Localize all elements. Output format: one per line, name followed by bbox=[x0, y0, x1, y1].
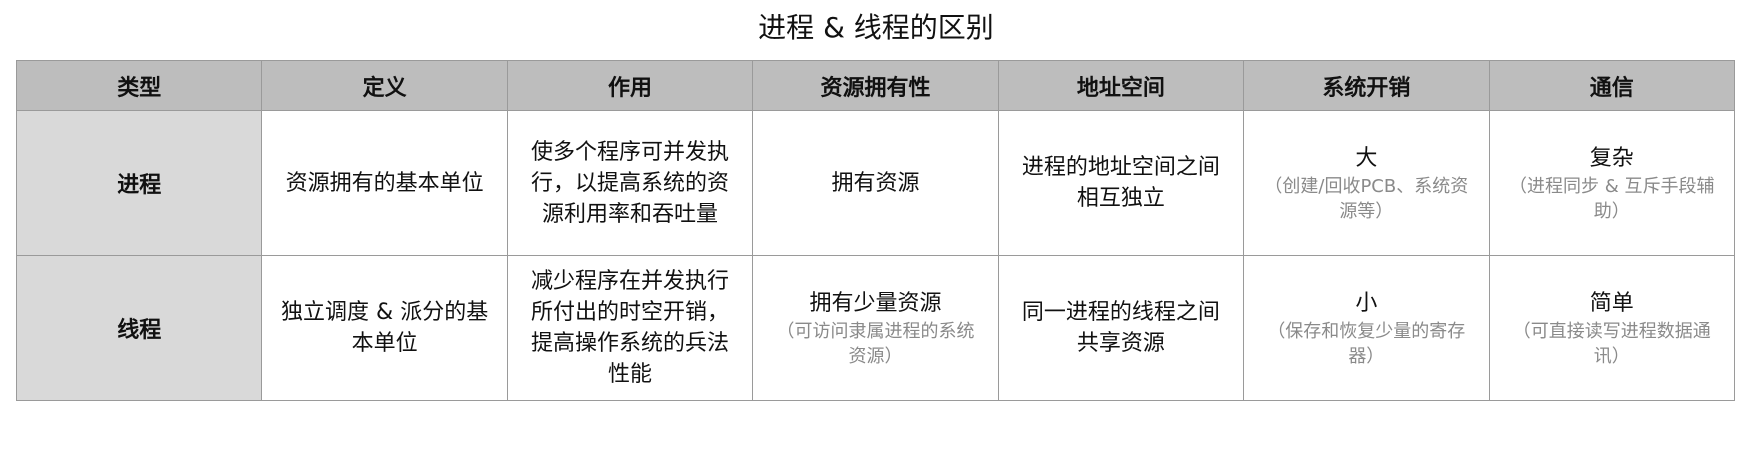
page-title: 进程 & 线程的区别 bbox=[758, 11, 994, 44]
header-row: 类型 定义 作用 资源拥有性 地址空间 系统开销 通信 bbox=[15, 60, 1736, 111]
cell-text: 独立调度 & 派分的基本单位 bbox=[281, 300, 489, 356]
cell-text: 减少程序在并发执行所付出的时空开销，提高操作系统的兵法性能 bbox=[531, 269, 730, 387]
header-communication: 通信 bbox=[1488, 60, 1736, 111]
row-label-thread: 线程 bbox=[15, 255, 263, 401]
cell-text: 拥有少量资源 bbox=[809, 290, 942, 316]
cell-note: （创建/回收PCB、系统资源等） bbox=[1264, 175, 1469, 222]
cell-communication: 复杂 （进程同步 & 互斥手段辅助） bbox=[1488, 110, 1736, 256]
cell-text: 同一进程的线程之间共享资源 bbox=[1021, 300, 1220, 356]
cell-definition: 资源拥有的基本单位 bbox=[261, 110, 508, 256]
cell-purpose: 减少程序在并发执行所付出的时空开销，提高操作系统的兵法性能 bbox=[506, 255, 754, 401]
cell-overhead: 小 （保存和恢复少量的寄存器） bbox=[1243, 255, 1490, 401]
cell-note: （可直接读写进程数据通讯） bbox=[1512, 320, 1711, 367]
cell-resource: 拥有资源 bbox=[752, 110, 999, 256]
table-row-thread: 线程 独立调度 & 派分的基本单位 减少程序在并发执行所付出的时空开销，提高操作… bbox=[15, 255, 1736, 401]
cell-purpose: 使多个程序可并发执行，以提高系统的资源利用率和吞吐量 bbox=[506, 110, 754, 256]
cell-overhead: 大 （创建/回收PCB、系统资源等） bbox=[1243, 110, 1490, 256]
cell-text: 资源拥有的基本单位 bbox=[285, 170, 484, 196]
cell-address-space: 进程的地址空间之间相互独立 bbox=[997, 110, 1245, 256]
cell-note: （进程同步 & 互斥手段辅助） bbox=[1509, 175, 1715, 222]
comparison-table: 类型 定义 作用 资源拥有性 地址空间 系统开销 通信 进程 资源拥有的基本单位… bbox=[15, 60, 1736, 401]
header-type: 类型 bbox=[15, 60, 263, 111]
cell-communication: 简单 （可直接读写进程数据通讯） bbox=[1488, 255, 1736, 401]
row-label-process: 进程 bbox=[15, 110, 263, 256]
cell-text: 简单 bbox=[1589, 290, 1634, 316]
cell-text: 复杂 bbox=[1589, 145, 1634, 171]
page: 进程 & 线程的区别 类型 定义 作用 资源拥有性 地址空间 系统开销 通信 进… bbox=[0, 0, 1752, 460]
cell-note: （保存和恢复少量的寄存器） bbox=[1267, 320, 1466, 367]
header-definition: 定义 bbox=[261, 60, 508, 111]
cell-definition: 独立调度 & 派分的基本单位 bbox=[261, 255, 508, 401]
cell-text: 拥有资源 bbox=[831, 170, 920, 196]
cell-text: 使多个程序可并发执行，以提高系统的资源利用率和吞吐量 bbox=[531, 139, 730, 227]
cell-note: （可访问隶属进程的系统资源） bbox=[776, 320, 975, 367]
table-row-process: 进程 资源拥有的基本单位 使多个程序可并发执行，以提高系统的资源利用率和吞吐量 … bbox=[15, 110, 1736, 256]
header-purpose: 作用 bbox=[506, 60, 754, 111]
cell-text: 大 bbox=[1355, 145, 1378, 171]
cell-text: 进程的地址空间之间相互独立 bbox=[1021, 155, 1220, 211]
cell-resource: 拥有少量资源 （可访问隶属进程的系统资源） bbox=[752, 255, 999, 401]
cell-address-space: 同一进程的线程之间共享资源 bbox=[997, 255, 1245, 401]
header-overhead: 系统开销 bbox=[1243, 60, 1490, 111]
header-address-space: 地址空间 bbox=[997, 60, 1245, 111]
cell-text: 小 bbox=[1355, 290, 1378, 316]
header-resource: 资源拥有性 bbox=[752, 60, 999, 111]
